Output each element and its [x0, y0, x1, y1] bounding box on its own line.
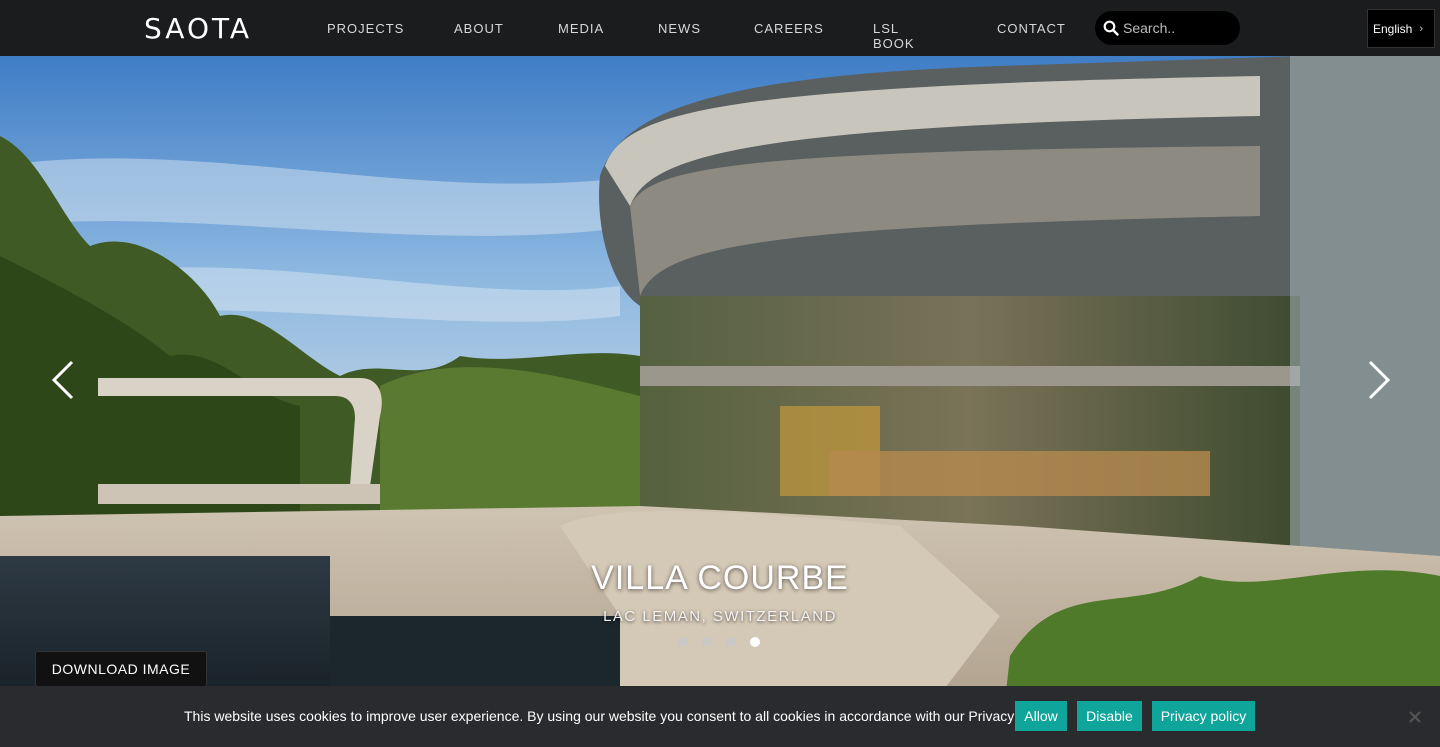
cookie-disable-button[interactable]: Disable — [1077, 701, 1142, 731]
search-input[interactable] — [1123, 20, 1233, 36]
language-label: English — [1373, 21, 1413, 36]
hero-slider: VILLA COURBE LAC LEMAN, SWITZERLAND DOWN… — [0, 56, 1440, 747]
menu-item-media[interactable]: MEDIA — [558, 21, 604, 36]
top-navigation: SAOTA PROJECTS ABOUT MEDIA NEWS CAREERS … — [0, 0, 1440, 56]
menu-item-about[interactable]: ABOUT — [454, 21, 504, 36]
close-icon[interactable] — [1406, 708, 1424, 726]
language-selector[interactable]: English › — [1367, 9, 1435, 48]
previous-slide-arrow[interactable] — [44, 356, 84, 404]
cookie-message: This website uses cookies to improve use… — [184, 708, 1059, 724]
privacy-policy-button[interactable]: Privacy policy — [1152, 701, 1255, 731]
logo[interactable]: SAOTA — [144, 12, 252, 45]
menu-item-contact[interactable]: CONTACT — [997, 21, 1066, 36]
slide-dot-3[interactable] — [726, 637, 736, 647]
slide-dot-1[interactable] — [678, 637, 688, 647]
chevron-right-icon — [1368, 360, 1391, 400]
menu-item-careers[interactable]: CAREERS — [754, 21, 824, 36]
slide-dot-2[interactable] — [702, 637, 712, 647]
cookie-notice: This website uses cookies to improve use… — [0, 686, 1440, 747]
next-slide-arrow[interactable] — [1360, 356, 1400, 404]
chevron-right-icon: › — [1419, 22, 1424, 35]
menu-item-news[interactable]: NEWS — [658, 21, 701, 36]
cookie-allow-button[interactable]: Allow — [1015, 701, 1067, 731]
search-icon — [1103, 20, 1119, 36]
menu-item-lsl-book[interactable]: LSL BOOK — [873, 21, 915, 51]
slide-title: VILLA COURBE — [591, 559, 849, 597]
slide-dot-4[interactable] — [750, 637, 760, 647]
search-box[interactable] — [1095, 11, 1240, 45]
slide-subtitle: LAC LEMAN, SWITZERLAND — [603, 608, 837, 625]
download-image-button[interactable]: DOWNLOAD IMAGE — [35, 651, 207, 687]
chevron-left-icon — [51, 360, 74, 400]
slide-pagination — [678, 637, 760, 647]
menu-item-projects[interactable]: PROJECTS — [327, 21, 404, 36]
